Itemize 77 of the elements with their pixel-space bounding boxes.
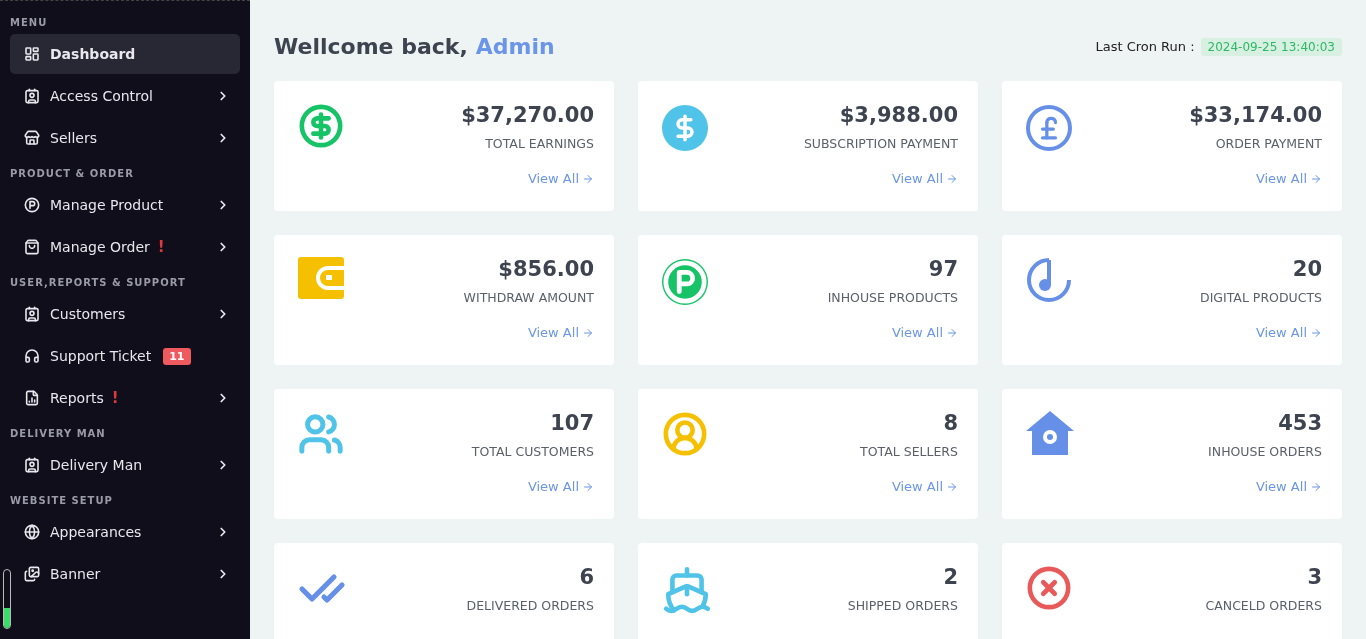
- stat-label: INHOUSE PRODUCTS: [827, 290, 958, 305]
- alert-mark: !: [157, 238, 165, 256]
- sidebar-item-label: Support Ticket: [50, 348, 152, 364]
- sidebar-item[interactable]: Customers: [10, 294, 240, 334]
- arrow-right-icon: [946, 172, 958, 185]
- dashboard-icon: [24, 46, 40, 62]
- stat-value: 97: [928, 257, 958, 281]
- sidebar-item[interactable]: Access Control: [10, 76, 240, 116]
- stat-value: $37,270.00: [461, 103, 594, 127]
- sidebar-item[interactable]: Sellers: [10, 118, 240, 158]
- sidebar-item-label: Sellers: [50, 130, 97, 146]
- sidebar-item-label: Reports: [50, 390, 104, 406]
- arrow-right-icon: [946, 326, 958, 339]
- stat-label: ORDER PAYMENT: [1215, 136, 1322, 151]
- section-title: DELIVERY MAN: [10, 427, 107, 441]
- sidebar-item[interactable]: Support Ticket 11: [10, 336, 240, 376]
- stat-value: $856.00: [498, 257, 594, 281]
- stat-label: INHOUSE ORDERS: [1208, 444, 1322, 459]
- welcome-heading: Wellcome back, Admin: [274, 34, 555, 59]
- stat-label: TOTAL CUSTOMERS: [471, 444, 594, 459]
- cron-time-badge: 2024-09-25 13:40:03: [1200, 37, 1342, 56]
- stat-label: TOTAL EARNINGS: [485, 136, 594, 151]
- count-badge: 11: [163, 347, 191, 365]
- cron-label: Last Cron Run :: [1095, 39, 1195, 54]
- section-title: USER,REPORTS & SUPPORT: [10, 276, 187, 290]
- stat-label: SUBSCRIPTION PAYMENT: [803, 136, 958, 151]
- stat-label: SHIPPED ORDERS: [847, 598, 958, 613]
- arrow-right-icon: [1310, 326, 1322, 339]
- sidebar-item-label: Dashboard: [50, 46, 136, 62]
- sidebar-item-label: Access Control: [50, 88, 153, 104]
- stat-value: $3,988.00: [839, 103, 958, 127]
- store-icon: [24, 130, 40, 146]
- sidebar-item[interactable]: Delivery Man: [10, 445, 240, 485]
- stat-value: 6: [579, 565, 594, 589]
- arrow-right-icon: [582, 172, 594, 185]
- sidebar-item-label: Manage Order: [50, 239, 150, 255]
- section-title: MENU: [10, 16, 49, 30]
- sidebar-item-label: Manage Product: [50, 197, 164, 213]
- sidebar-item[interactable]: Dashboard: [10, 34, 240, 74]
- sidebar-item-label: Customers: [50, 306, 126, 322]
- sidebar-item-label: Banner: [50, 566, 101, 582]
- arrow-right-icon: [1310, 172, 1322, 185]
- contact-card-icon: [24, 306, 40, 322]
- stat-value: 107: [550, 411, 594, 435]
- stat-value: 2: [943, 565, 958, 589]
- sidebar-item-label: Appearances: [50, 524, 142, 540]
- section-title: PRODUCT & ORDER: [10, 167, 135, 181]
- stat-label: DELIVERED ORDERS: [466, 598, 594, 613]
- arrow-right-icon: [1310, 480, 1322, 493]
- sidebar-item[interactable]: Manage Order !: [10, 227, 240, 267]
- arrow-right-icon: [582, 326, 594, 339]
- sidebar-item[interactable]: Banner: [10, 554, 240, 594]
- contact-card-icon: [24, 88, 40, 104]
- shopping-bag-icon: [24, 239, 40, 255]
- report-icon: [24, 390, 40, 406]
- sidebar-item[interactable]: Reports !: [10, 378, 240, 418]
- stat-value: 20: [1292, 257, 1322, 281]
- stat-label: WITHDRAW AMOUNT: [463, 290, 594, 305]
- sidebar-item[interactable]: Appearances: [10, 512, 240, 552]
- headset-icon: [24, 348, 40, 364]
- stat-value: 3: [1307, 565, 1322, 589]
- stat-label: CANCELD ORDERS: [1205, 598, 1322, 613]
- arrow-right-icon: [946, 480, 958, 493]
- contact-card-icon: [24, 457, 40, 473]
- section-title: WEBSITE SETUP: [10, 494, 114, 508]
- sidebar-item[interactable]: Manage Product: [10, 185, 240, 225]
- parking-icon: [24, 197, 40, 213]
- images-icon: [24, 566, 40, 582]
- stat-label: DIGITAL PRODUCTS: [1200, 290, 1322, 305]
- arrow-right-icon: [582, 480, 594, 493]
- globe-icon: [24, 524, 40, 540]
- stat-value: $33,174.00: [1189, 103, 1322, 127]
- alert-mark: !: [111, 389, 119, 407]
- stat-value: 8: [943, 411, 958, 435]
- sidebar-item-label: Delivery Man: [50, 457, 143, 473]
- stat-label: TOTAL SELLERS: [860, 444, 958, 459]
- stat-value: 453: [1278, 411, 1322, 435]
